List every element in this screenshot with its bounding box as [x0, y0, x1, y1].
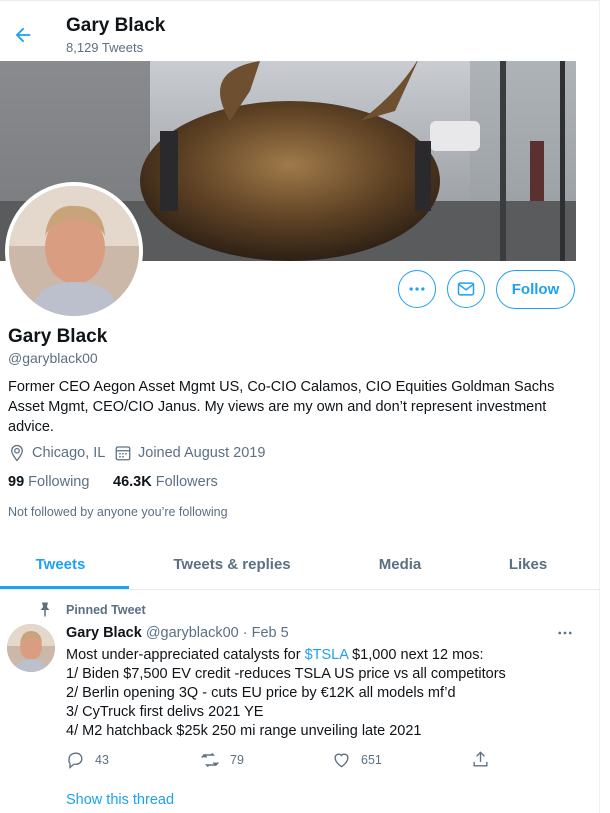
followers-count: 46.3K — [113, 474, 152, 490]
profile-location: Chicago, IL — [8, 444, 105, 462]
followers-link[interactable]: 46.3K Followers — [113, 474, 218, 490]
pinned-label: Pinned Tweet — [36, 601, 146, 619]
tab-likes[interactable]: Likes — [488, 540, 568, 588]
profile-handle: @garyblack00 — [8, 350, 98, 366]
tweet-line: 2/ Berlin opening 3Q - cuts EU price by … — [66, 685, 456, 701]
tweet-header: Gary Black @garyblack00 · Feb 5 — [66, 625, 289, 641]
avatar-image — [9, 186, 139, 316]
active-tab-indicator — [0, 586, 129, 589]
back-arrow-icon — [15, 27, 31, 43]
tweet-line: 4/ M2 hatchback $25k 250 mi range unveil… — [66, 723, 422, 739]
tweet-more-button[interactable] — [553, 621, 577, 645]
tab-media[interactable]: Media — [350, 540, 450, 588]
reply-count: 43 — [95, 752, 109, 767]
profile-avatar[interactable] — [5, 182, 143, 320]
message-button[interactable] — [447, 270, 485, 308]
reply-button[interactable]: 43 — [66, 750, 109, 769]
not-followed-note: Not followed by anyone you’re following — [8, 505, 228, 519]
retweet-button[interactable]: 79 — [200, 750, 244, 770]
share-icon — [473, 751, 488, 767]
location-text: Chicago, IL — [32, 445, 106, 461]
tweet-body: Most under-appreciated catalysts for $TS… — [66, 646, 586, 741]
top-divider — [0, 0, 600, 1]
more-icon — [558, 631, 572, 635]
like-button[interactable]: 651 — [332, 750, 382, 769]
tweet-line: 3/ CyTruck first delivs 2021 YE — [66, 704, 264, 720]
tweet-date[interactable]: Feb 5 — [252, 625, 289, 641]
more-icon — [409, 287, 425, 291]
retweet-count: 79 — [230, 753, 244, 767]
profile-tabs: Tweets Tweets & replies Media Likes — [0, 540, 600, 590]
retweet-icon — [201, 752, 219, 768]
tweet-text: Most under-appreciated catalysts for — [66, 647, 305, 663]
profile-name: Gary Black — [8, 326, 108, 347]
tweet-avatar-image — [7, 624, 55, 672]
like-count: 651 — [361, 752, 382, 767]
column-divider — [599, 0, 600, 813]
tweet-line: 1/ Biden $7,500 EV credit -reduces TSLA … — [66, 666, 506, 682]
reply-icon — [68, 752, 83, 769]
header-tweet-count: 8,129 Tweets — [66, 40, 144, 55]
profile-header: Gary Black 8,129 Tweets — [0, 8, 600, 60]
profile-joined: Joined August 2019 — [114, 444, 265, 462]
tweet-text: $1,000 next 12 mos: — [348, 647, 484, 663]
follow-button[interactable]: Follow — [496, 270, 575, 309]
back-button[interactable] — [8, 20, 38, 50]
tab-tweets[interactable]: Tweets — [0, 540, 121, 588]
share-button[interactable] — [471, 750, 490, 769]
mail-icon — [457, 282, 475, 296]
followers-label: Followers — [155, 474, 218, 490]
following-link[interactable]: 99 Following — [8, 474, 89, 490]
tweet-avatar[interactable] — [7, 624, 55, 672]
profile-bio: Former CEO Aegon Asset Mgmt US, Co-CIO C… — [8, 379, 555, 435]
more-options-button[interactable] — [398, 270, 436, 308]
following-count: 99 — [8, 474, 25, 490]
pin-icon — [40, 602, 50, 618]
tweet-separator: · — [242, 625, 248, 641]
location-icon — [11, 444, 23, 462]
tweet-author-handle[interactable]: @garyblack00 — [146, 625, 239, 641]
header-name: Gary Black — [66, 15, 166, 36]
pinned-text: Pinned Tweet — [66, 603, 146, 617]
cashtag-link[interactable]: $TSLA — [305, 647, 349, 663]
calendar-icon — [115, 446, 131, 461]
show-thread-link[interactable]: Show this thread — [66, 792, 174, 808]
tweet-author-name[interactable]: Gary Black — [66, 625, 142, 641]
tab-tweets-replies[interactable]: Tweets & replies — [150, 540, 314, 588]
tweet-line: Most under-appreciated catalysts for $TS… — [66, 646, 586, 665]
joined-text: Joined August 2019 — [138, 445, 266, 461]
like-icon — [334, 753, 349, 768]
following-label: Following — [28, 474, 90, 490]
